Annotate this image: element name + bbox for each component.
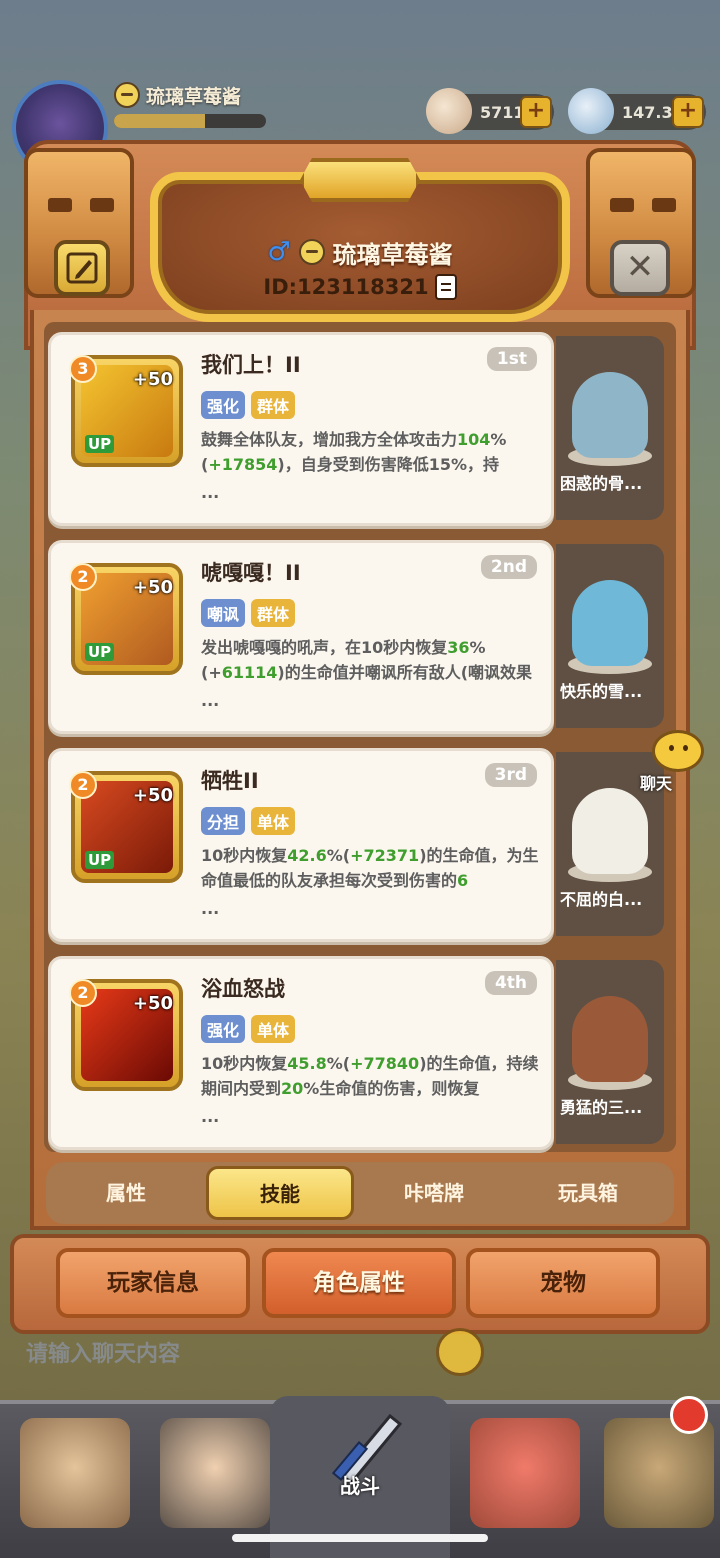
skill-description: 10秒内恢复42.6%(+72371)的生命值，为生命值最低的队友承担每次受到伤… [201,846,539,890]
chat-icon[interactable] [652,730,704,772]
skill-rank-badge: 2nd [480,555,537,579]
skill-description: 10秒内恢复45.8%(+77840)的生命值，持续期间内受到20%生命值的伤害… [201,1054,539,1098]
notification-bell-icon[interactable] [670,1396,708,1434]
skill-icon[interactable]: 3 +50 UP [69,355,183,467]
nav-hero-4[interactable] [604,1418,714,1528]
tab-attributes[interactable]: 属性 [52,1162,200,1224]
skill-up-badge: UP [85,643,115,661]
pet-name: 快乐的雪... [560,682,643,701]
skill-rank-badge: 3rd [484,763,537,787]
pet-name: 勇猛的三... [560,1098,643,1117]
skill-card[interactable]: 2 +50 UP 唬嘎嘎！II 2nd 嘲讽 群体发出唬嘎嘎的吼声，在10秒内恢复36%(+… [48,540,554,734]
skill-title: 唬嘎嘎！II [201,561,301,585]
tab-toybox[interactable]: 玩具箱 [514,1162,662,1224]
skill-icon[interactable]: 2 +50 [69,979,183,1091]
skill-icon[interactable]: 2 +50 UP [69,771,183,883]
skill-tags: 强化 群体 [201,391,296,419]
nav-hero-3[interactable] [470,1418,580,1528]
edit-icon [66,252,98,284]
skill-plus-badge: +50 [132,369,173,390]
player-id: ID:123118321 [263,275,429,299]
home-indicator [232,1534,488,1542]
nav-battle-label: 战斗 [340,1474,380,1498]
skill-description: 鼓舞全体队友，增加我方全体攻击力104%(+17854)，自身受到伤害降低15%… [201,430,507,474]
background-name-row: 琉璃草莓酱 [114,80,241,110]
player-info-button[interactable]: 玩家信息 [56,1248,250,1318]
skill-description: 发出唬嘎嘎的吼声，在10秒内恢复36%(+61114)的生命值并嘲讽所有敌人(嘲… [201,638,533,682]
skill-tag: 单体 [251,1015,296,1043]
skill-card[interactable]: 2 +50 UP 牺牲II 3rd 分担 单体 10秒内恢复42.6%(+72371)的生命值… [48,748,554,942]
tab-skills[interactable]: 技能 [206,1166,354,1220]
chat-label[interactable]: 聊天 [640,770,672,794]
skill-level-badge: 3 [69,355,97,383]
skill-tags: 分担 单体 [201,807,296,835]
xp-bar [114,114,266,128]
pet-portrait [572,580,648,666]
skill-card[interactable]: 3 +50 UP 我们上！II 1st 强化 群体鼓舞全体队友，增加我方全体攻击力104%(… [48,332,554,526]
skill-plus-badge: +50 [132,577,173,598]
shell-icon [426,88,472,134]
skill-rank-badge: 4th [484,971,537,995]
skill-tags: 嘲讽 群体 [201,599,296,627]
add-pearl-button[interactable]: + [672,96,704,128]
skill-card[interactable]: 2 +50 浴血怒战 4th 强化 单体 10秒内恢复45.8%(+77840)的生命值，持… [48,956,554,1150]
skill-plus-badge: +50 [132,785,173,806]
close-button[interactable]: ✕ [610,240,670,296]
skill-tag: 强化 [201,1015,246,1043]
pet-name: 不屈的白... [560,890,643,909]
emoji-icon[interactable] [436,1328,484,1376]
face-icon [114,82,140,108]
pet-slot[interactable]: 困惑的骨... [556,336,664,520]
skill-up-badge: UP [85,851,115,869]
skill-tag: 嘲讽 [201,599,246,627]
pearl-currency: 147.32M + [568,88,706,134]
skill-level-badge: 2 [69,563,97,591]
skill-tag: 分担 [201,807,246,835]
nav-hero-1[interactable] [20,1418,130,1528]
nav-hero-2[interactable] [160,1418,270,1528]
plaque-ornament [300,158,420,202]
add-shell-button[interactable]: + [520,96,552,128]
shell-currency: 5711 + [426,88,554,134]
skill-title: 牺牲II [201,769,259,793]
tab-bar: 属性 技能 咔嗒牌 玩具箱 [46,1162,674,1224]
tab-cards[interactable]: 咔嗒牌 [360,1162,508,1224]
pearl-icon [568,88,614,134]
pet-portrait [572,788,648,874]
player-name: 琉璃草莓酱 [332,240,453,269]
face-icon [298,239,325,265]
skill-title: 浴血怒战 [201,977,285,1001]
male-gender-icon: ♂ [267,237,291,267]
pet-slot[interactable]: 勇猛的三... [556,960,664,1144]
background-player-name: 琉璃草莓酱 [146,85,242,108]
skill-rank-badge: 1st [486,347,537,371]
skill-more-ellipsis: ... [201,691,220,710]
skill-tags: 强化 单体 [201,1015,296,1043]
skill-level-badge: 2 [69,979,97,1007]
skill-icon[interactable]: 2 +50 UP [69,563,183,675]
pet-name: 困惑的骨... [560,474,643,493]
pet-portrait [572,372,648,458]
pet-slot[interactable]: 快乐的雪... [556,544,664,728]
skill-more-ellipsis: ... [201,899,220,918]
skill-more-ellipsis: ... [201,483,220,502]
skill-up-badge: UP [85,435,115,453]
skill-more-ellipsis: ... [201,1107,220,1126]
pet-portrait [572,996,648,1082]
skill-tag: 群体 [251,391,296,419]
player-name-row: ♂ 琉璃草莓酱 [150,234,570,270]
skill-level-badge: 2 [69,771,97,799]
skill-plus-badge: +50 [132,993,173,1014]
shell-currency-value: 5711 [480,102,525,122]
skill-tag: 群体 [251,599,296,627]
skill-tag: 强化 [201,391,246,419]
skill-title: 我们上！II [201,353,301,377]
pet-button[interactable]: 宠物 [466,1248,660,1318]
copy-id-icon[interactable] [434,274,457,300]
player-id-row: ID:123118321 [150,272,570,302]
skill-tag: 单体 [251,807,296,835]
edit-profile-button[interactable] [54,240,110,296]
character-attributes-button[interactable]: 角色属性 [262,1248,456,1318]
